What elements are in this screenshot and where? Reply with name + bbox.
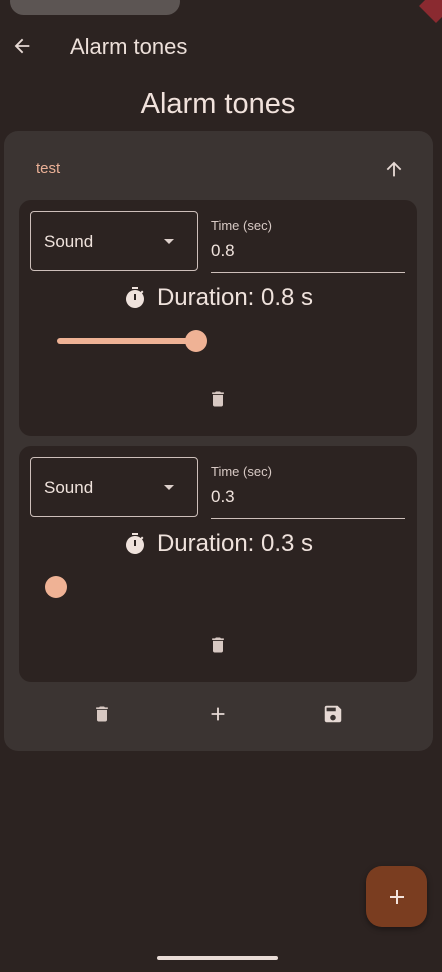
add-group-fab[interactable]: [366, 866, 427, 927]
duration-row: Duration: 0.3 s: [19, 529, 417, 559]
time-input[interactable]: Time (sec) 0.8: [211, 210, 405, 273]
trash-icon: [212, 637, 224, 653]
debug-banner: [419, 0, 442, 23]
delete-tone-button[interactable]: [207, 387, 229, 411]
tone-group-card: test Sound Time (sec) 0.8 Duration: 0.8 …: [4, 131, 433, 751]
appbar-title: Alarm tones: [70, 34, 188, 59]
back-button[interactable]: [6, 30, 38, 62]
timer-icon: [125, 533, 144, 554]
page-title: Alarm tones: [140, 88, 296, 120]
dropdown-arrow-icon: [164, 239, 174, 244]
duration-slider-thumb[interactable]: [45, 576, 67, 598]
trash-icon: [96, 706, 108, 722]
app-bar: Alarm tones: [0, 22, 442, 70]
add-tone-button[interactable]: [202, 698, 234, 730]
duration-text: Duration: 0.3 s: [156, 530, 314, 557]
plus-icon: [389, 889, 404, 904]
sound-select-value: Sound: [44, 232, 94, 251]
tone-card: Sound Time (sec) 0.8 Duration: 0.8 s: [19, 200, 417, 436]
duration-slider-thumb[interactable]: [185, 330, 207, 352]
plus-icon: [211, 707, 225, 721]
status-bar-pill: [10, 0, 180, 15]
time-input-label: Time (sec): [211, 218, 272, 233]
save-icon: [324, 705, 342, 723]
tone-card: Sound Time (sec) 0.3 Duration: 0.3 s: [19, 446, 417, 682]
save-group-button[interactable]: [317, 698, 349, 730]
arrow-up-icon: [386, 161, 402, 177]
arrow-left-icon: [14, 38, 30, 54]
duration-slider-track[interactable]: [57, 338, 197, 344]
collapse-button[interactable]: [380, 155, 408, 183]
time-input-value: 0.3: [211, 487, 235, 506]
timer-icon: [125, 287, 144, 308]
sound-select[interactable]: Sound: [30, 211, 198, 271]
group-actions: [4, 698, 433, 730]
duration-row: Duration: 0.8 s: [19, 283, 417, 313]
sound-select-value: Sound: [44, 478, 94, 497]
delete-tone-button[interactable]: [207, 633, 229, 657]
trash-icon: [212, 391, 224, 407]
time-input-label: Time (sec): [211, 464, 272, 479]
group-name: test: [36, 160, 61, 177]
sound-select[interactable]: Sound: [30, 457, 198, 517]
dropdown-arrow-icon: [164, 485, 174, 490]
delete-group-button[interactable]: [86, 698, 118, 730]
duration-text: Duration: 0.8 s: [156, 284, 314, 311]
home-indicator: [157, 956, 278, 960]
time-input[interactable]: Time (sec) 0.3: [211, 456, 405, 519]
time-input-value: 0.8: [211, 241, 235, 260]
